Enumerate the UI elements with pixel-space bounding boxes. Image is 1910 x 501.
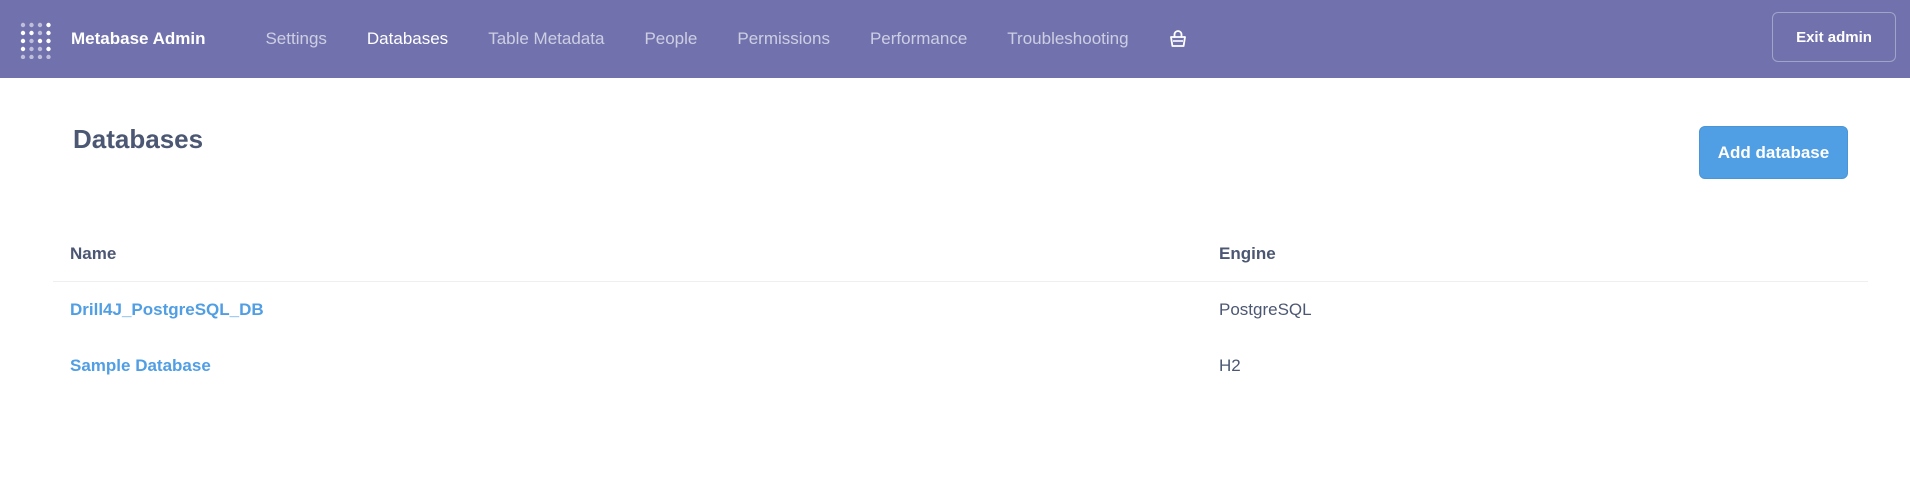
store-link[interactable] (1149, 0, 1207, 78)
shopping-bag-icon (1169, 30, 1186, 47)
nav-link-troubleshooting[interactable]: Troubleshooting (987, 0, 1148, 78)
table-header: Name Engine (53, 232, 1868, 282)
brand-title: Metabase Admin (71, 29, 206, 48)
column-header-engine: Engine (1219, 244, 1276, 263)
nav-link-settings[interactable]: Settings (245, 0, 346, 78)
database-link[interactable]: Drill4J_PostgreSQL_DB (70, 300, 264, 320)
table-row: Drill4J_PostgreSQL_DB PostgreSQL (53, 282, 1868, 338)
exit-admin-button[interactable]: Exit admin (1772, 12, 1896, 62)
table-row: Sample Database H2 (53, 338, 1868, 394)
page-title: Databases (73, 124, 204, 154)
brand[interactable]: Metabase Admin (0, 0, 245, 78)
admin-nav-links: Settings Databases Table Metadata People… (245, 0, 1206, 78)
nav-link-table-metadata[interactable]: Table Metadata (468, 0, 624, 78)
add-database-button[interactable]: Add database (1699, 126, 1848, 179)
nav-link-performance[interactable]: Performance (850, 0, 987, 78)
admin-navbar: Metabase Admin Settings Databases Table … (0, 0, 1910, 78)
nav-link-permissions[interactable]: Permissions (717, 0, 850, 78)
nav-link-people[interactable]: People (624, 0, 717, 78)
database-engine: PostgreSQL (1219, 300, 1312, 319)
column-header-name: Name (70, 244, 117, 263)
nav-link-databases[interactable]: Databases (347, 0, 468, 78)
database-engine: H2 (1219, 356, 1241, 375)
databases-table: Name Engine Drill4J_PostgreSQL_DB Postgr… (53, 232, 1868, 394)
metabase-logo-icon (20, 22, 51, 59)
database-link[interactable]: Sample Database (70, 356, 211, 376)
